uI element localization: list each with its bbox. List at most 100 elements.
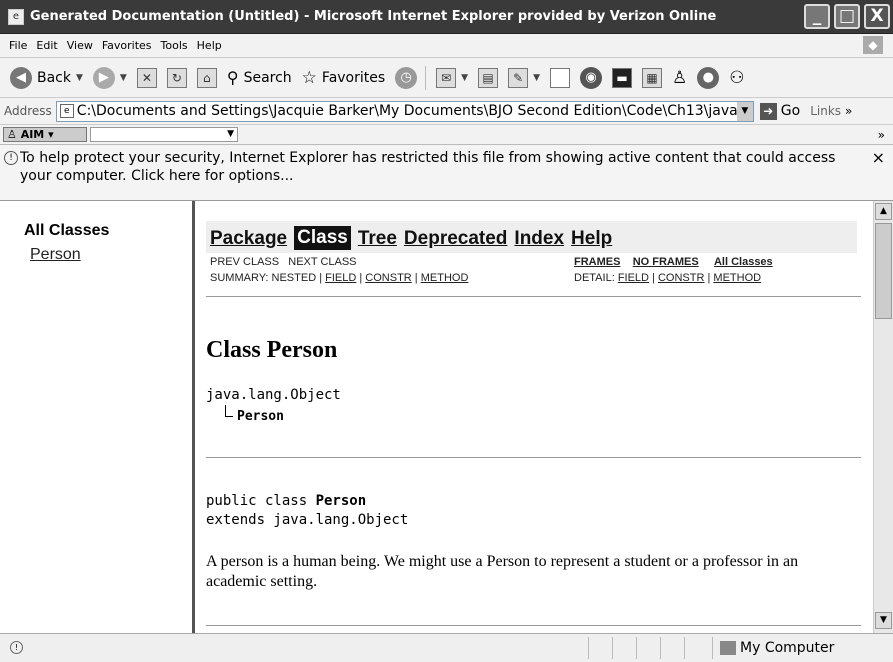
- address-dropdown-icon[interactable]: ▼: [736, 101, 753, 121]
- scroll-up-button[interactable]: ▲: [875, 203, 892, 220]
- aim-chevron-icon[interactable]: »: [878, 128, 885, 142]
- refresh-button[interactable]: ↻: [166, 67, 187, 88]
- menu-favorites[interactable]: Favorites: [102, 39, 152, 52]
- aim-toolbar: ♙ AIM ▾ ▼ »: [0, 125, 893, 145]
- discuss-icon: [550, 67, 571, 88]
- all-classes-link[interactable]: All Classes: [714, 256, 773, 268]
- class-extends: extends java.lang.Object: [206, 512, 409, 528]
- nav-help-link[interactable]: Help: [571, 228, 612, 250]
- people-button[interactable]: ⚇: [729, 68, 744, 88]
- verizon-button[interactable]: ▬: [612, 67, 633, 88]
- class-title: Class Person: [206, 337, 338, 363]
- forward-dropdown-icon[interactable]: ▼: [120, 73, 127, 83]
- scroll-thumb[interactable]: [875, 223, 892, 319]
- security-status-icon: !: [10, 641, 23, 654]
- inheritance-tree-line: [225, 405, 233, 417]
- media-icon: ▦: [642, 67, 663, 88]
- status-pane: [712, 637, 713, 659]
- print-button[interactable]: ▤: [478, 67, 499, 88]
- detail-constr-link[interactable]: CONSTR: [658, 272, 704, 284]
- standard-toolbar: ◀ Back ▼ ▶ ▼ ✕ ↻ ⌂ ⚲ Search ☆ Favorites …: [0, 58, 893, 98]
- status-pane: [588, 637, 589, 659]
- window-title: Generated Documentation (Untitled) - Mic…: [30, 9, 717, 24]
- menu-file[interactable]: File: [9, 39, 27, 52]
- nav-index-link[interactable]: Index: [514, 228, 564, 250]
- home-button[interactable]: ⌂: [196, 67, 217, 88]
- verizon-icon: ▬: [612, 67, 633, 88]
- edit-icon: ✎: [508, 67, 529, 88]
- links-chevron-icon[interactable]: »: [845, 104, 852, 118]
- mail-dropdown-icon[interactable]: ▼: [461, 73, 468, 83]
- all-classes-heading: All Classes: [24, 222, 110, 239]
- detail-links: DETAIL: FIELD | CONSTR | METHOD: [574, 272, 762, 284]
- forward-button[interactable]: ▶ ▼: [92, 66, 127, 89]
- menu-view[interactable]: View: [67, 39, 93, 52]
- page-icon: e: [59, 104, 74, 118]
- address-bar: Address e C:\Documents and Settings\Jacq…: [0, 98, 893, 125]
- javadoc-nav-bar: Package Class Tree Deprecated Index Help: [206, 221, 857, 253]
- messenger-icon: ●: [697, 66, 720, 89]
- detail-field-link[interactable]: FIELD: [618, 272, 649, 284]
- messenger-button[interactable]: ●: [697, 66, 720, 89]
- no-frames-link[interactable]: NO FRAMES: [633, 256, 699, 268]
- class-link-person[interactable]: Person: [30, 246, 81, 264]
- security-shield-icon: !: [4, 151, 18, 165]
- summary-links: SUMMARY: NESTED | FIELD | CONSTR | METHO…: [210, 272, 469, 284]
- summary-method-link[interactable]: METHOD: [421, 272, 469, 284]
- address-input[interactable]: e C:\Documents and Settings\Jacquie Bark…: [55, 100, 754, 122]
- close-button[interactable]: X: [864, 4, 890, 29]
- ie-app-icon[interactable]: e: [8, 8, 24, 25]
- status-bar: ! My Computer: [0, 633, 893, 662]
- inheritance-class-name: Person: [237, 409, 284, 424]
- class-description: A person is a human being. We might use …: [206, 553, 799, 590]
- aim-buddy-button[interactable]: ♙: [672, 68, 687, 88]
- edit-dropdown-icon[interactable]: ▼: [533, 73, 540, 83]
- edit-button[interactable]: ✎ ▼: [508, 67, 540, 88]
- links-button[interactable]: Links: [810, 104, 841, 118]
- minimize-button[interactable]: _: [804, 4, 830, 29]
- home-icon: ⌂: [196, 67, 217, 88]
- information-bar[interactable]: ! To help protect your security, Interne…: [0, 145, 893, 201]
- summary-constr-link[interactable]: CONSTR: [365, 272, 411, 284]
- maximize-button[interactable]: □: [834, 4, 860, 29]
- refresh-icon: ↻: [166, 67, 187, 88]
- frames-link[interactable]: FRAMES: [574, 256, 620, 268]
- people-icon: ⚇: [729, 67, 745, 88]
- class-declaration: public class Person: [206, 493, 367, 509]
- menu-help[interactable]: Help: [197, 39, 222, 52]
- class-detail-frame: Package Class Tree Deprecated Index Help…: [195, 201, 873, 633]
- back-button[interactable]: ◀ Back ▼: [10, 66, 83, 89]
- status-pane: [612, 637, 613, 659]
- information-bar-close-button[interactable]: ×: [872, 149, 885, 167]
- aim-buddy-icon: ♙: [672, 67, 688, 88]
- back-dropdown-icon[interactable]: ▼: [76, 73, 83, 83]
- favorites-button[interactable]: ☆ Favorites: [302, 68, 386, 88]
- nav-deprecated-link[interactable]: Deprecated: [404, 228, 508, 250]
- information-bar-message[interactable]: To help protect your security, Internet …: [20, 149, 860, 185]
- menu-edit[interactable]: Edit: [36, 39, 57, 52]
- mail-button[interactable]: ✉ ▼: [436, 67, 468, 88]
- favorites-star-icon: ☆: [301, 67, 317, 88]
- aim-button[interactable]: ♙ AIM ▾: [3, 127, 87, 142]
- aim-combo[interactable]: ▼: [90, 127, 238, 142]
- address-value[interactable]: C:\Documents and Settings\Jacquie Barker…: [77, 103, 737, 119]
- go-button[interactable]: ➜ Go: [759, 102, 800, 120]
- discuss-button[interactable]: [550, 67, 571, 88]
- stop-button[interactable]: ✕: [136, 67, 157, 88]
- forward-arrow-icon: ▶: [92, 66, 115, 89]
- nav-package-link[interactable]: Package: [210, 228, 287, 250]
- summary-field-link[interactable]: FIELD: [325, 272, 356, 284]
- superclass-text: java.lang.Object: [206, 387, 341, 403]
- research-button[interactable]: ◉: [580, 66, 603, 89]
- research-icon: ◉: [580, 66, 603, 89]
- nav-tree-link[interactable]: Tree: [358, 228, 397, 250]
- vertical-scrollbar[interactable]: ▲ ▼: [873, 201, 893, 633]
- scroll-down-button[interactable]: ▼: [875, 612, 892, 629]
- search-button[interactable]: ⚲ Search: [227, 68, 292, 87]
- menu-tools[interactable]: Tools: [161, 39, 188, 52]
- divider: [206, 457, 861, 458]
- media-button[interactable]: ▦: [642, 67, 663, 88]
- detail-method-link[interactable]: METHOD: [713, 272, 761, 284]
- history-button[interactable]: ◷: [395, 66, 418, 89]
- menu-bar: File Edit View Favorites Tools Help ◆: [0, 34, 893, 58]
